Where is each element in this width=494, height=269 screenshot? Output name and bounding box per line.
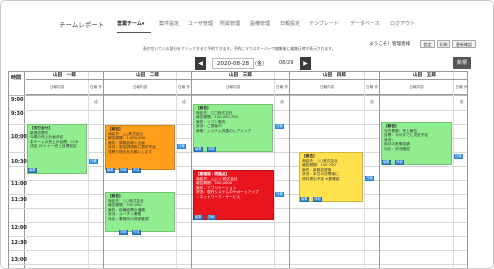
nav-case-settings[interactable]: 案件設定 bbox=[159, 20, 179, 27]
active-nav-underline bbox=[117, 32, 151, 33]
prev-date-button[interactable]: ◀ bbox=[195, 57, 206, 70]
top-navigation: チームレポート 営業チーム▾ 案件設定 ユーザ管理 所属管理 設備管理 日報設定… bbox=[1, 11, 493, 33]
time-label: 9:30 bbox=[11, 111, 24, 117]
report-create-header: 日報 作成 bbox=[177, 80, 191, 104]
welcome-text: ようこそ！管理者様 bbox=[369, 42, 411, 47]
detail-badge[interactable]: 詳細 bbox=[119, 230, 128, 235]
nav-equipment[interactable]: 設備管理 bbox=[250, 20, 270, 27]
to-date: 08/29 bbox=[279, 60, 294, 66]
report-event-card[interactable]: 【報告】 商談先：△△株式会社 報告期間：1,000,000 案件：新製品導入企… bbox=[105, 125, 175, 170]
nav-template[interactable]: テンプレート bbox=[309, 20, 339, 27]
report-event-card[interactable]: 【報告】 商談先：○○株式会社 報告期間：330,000 案件：設備経費の増額 … bbox=[105, 192, 175, 232]
report-event-card[interactable]: 【報告】 商談先：□□株式会社 報告期間：120,000,700 案件：ソフト販… bbox=[193, 104, 273, 152]
edit-badge[interactable]: 編集 bbox=[194, 147, 203, 152]
new-entry-button[interactable]: 新規 bbox=[453, 57, 471, 69]
settings-button[interactable]: 設定 bbox=[420, 40, 435, 48]
edit-badge[interactable]: 編集 bbox=[28, 168, 37, 173]
report-content-header: 日報内容 bbox=[26, 80, 88, 95]
staff-header: 山田 一郎 bbox=[26, 72, 103, 80]
edit-badge[interactable]: 編集 bbox=[382, 160, 391, 165]
edit-badge[interactable]: 編集 bbox=[300, 197, 309, 202]
nav-logout[interactable]: ログアウト bbox=[390, 20, 415, 27]
staff-header: 山田 四郎 bbox=[290, 72, 379, 80]
staff-header: 山田 五郎 bbox=[380, 72, 467, 80]
app-title: チームレポート bbox=[59, 21, 105, 29]
next-date-button[interactable]: ▶ bbox=[300, 57, 311, 70]
report-event-card[interactable]: 【要確認・問題点】 商談先：△△○○株式会社 報告期間：500,0000 案件：… bbox=[193, 170, 274, 220]
nav-report-settings[interactable]: 日報設定 bbox=[280, 20, 300, 27]
time-label: 10:30 bbox=[11, 159, 27, 165]
print-button[interactable]: 印刷 bbox=[437, 40, 450, 48]
report-create-header: 日報 作成 bbox=[365, 80, 379, 104]
date-input[interactable]: 2020-08-28 bbox=[212, 58, 254, 69]
instruction-text: 表の空いている部分をクリックすると予約できます。予約にマウスオーバーで編集後に編… bbox=[143, 46, 336, 51]
report-event-card[interactable]: 【報告】 商談先：○○株式会社 報告期間：100,700 案件：新製品提案 状況… bbox=[299, 152, 363, 202]
report-content-header: 日報内容 bbox=[104, 80, 176, 95]
report-link-tag[interactable]: 日報 bbox=[89, 159, 98, 164]
report-content-header: 日報内容 bbox=[380, 80, 453, 95]
report-create-header: 日報 作成 bbox=[89, 80, 103, 104]
nav-user-management[interactable]: ユーザ管理 bbox=[188, 20, 213, 27]
create-badge[interactable]: 作成 bbox=[132, 168, 141, 173]
report-create-header: 日報 作成 bbox=[454, 80, 467, 104]
report-link-tag[interactable]: 日報 bbox=[365, 176, 374, 181]
edit-badge[interactable]: 編集 bbox=[194, 215, 203, 220]
time-label: 11:00 bbox=[11, 181, 27, 187]
time-label: 13:00 bbox=[11, 257, 27, 263]
report-link-tag[interactable]: 日報 bbox=[275, 192, 284, 197]
report-event-card[interactable]: 【未打合せ】 新規訪問先 今期の売上計画決定 本チームの売上が目標。CCR 決定… bbox=[27, 124, 87, 174]
time-label: 10:00 bbox=[11, 134, 27, 140]
nav-team[interactable]: 営業チーム▾ bbox=[117, 20, 144, 27]
date-navigator: ◀ 2020-08-28 (金) 08/29 ▶ bbox=[195, 57, 311, 70]
refresh-button[interactable]: 更新確認 bbox=[452, 40, 476, 48]
edit-badge[interactable]: 編集 bbox=[106, 168, 115, 173]
report-content-header: 日報内容 bbox=[192, 80, 274, 95]
staff-header: 山田 二郎 bbox=[104, 72, 191, 80]
detail-badge[interactable]: 詳細 bbox=[207, 215, 216, 220]
staff-header: 山田 三郎 bbox=[192, 72, 289, 80]
time-label: 12:30 bbox=[11, 240, 27, 246]
detail-badge[interactable]: 詳細 bbox=[395, 160, 404, 165]
report-link-tag[interactable]: 日報 bbox=[177, 144, 186, 149]
nav-department[interactable]: 所属管理 bbox=[220, 20, 240, 27]
time-label: 9:00 bbox=[11, 97, 24, 103]
report-link-tag[interactable]: 日報 bbox=[454, 154, 463, 159]
time-label: 11:30 bbox=[11, 197, 27, 203]
report-create-header: 日報 作成 bbox=[275, 80, 289, 104]
detail-badge[interactable]: 詳細 bbox=[119, 168, 128, 173]
detail-badge[interactable]: 詳細 bbox=[313, 197, 322, 202]
time-label: 12:00 bbox=[11, 225, 27, 231]
day-of-week: (金) bbox=[255, 61, 264, 67]
report-event-card[interactable]: 【報告】 対外業務：売上報告 目標：今月までに決定予定 状況： 前月の営業成績 … bbox=[381, 122, 452, 165]
create-badge[interactable]: 作成 bbox=[132, 230, 141, 235]
schedule-grid: 時間 9:00 9:30 10:00 10:30 11:00 11:30 12:… bbox=[8, 71, 468, 268]
report-link-tag[interactable]: 日報 bbox=[275, 124, 284, 129]
app-window: チームレポート 営業チーム▾ 案件設定 ユーザ管理 所属管理 設備管理 日報設定… bbox=[0, 0, 494, 269]
report-content-header: 日報内容 bbox=[290, 80, 364, 95]
time-column-header: 時間 bbox=[11, 75, 22, 81]
nav-database[interactable]: データベース bbox=[350, 20, 380, 27]
detail-badge[interactable]: 詳細 bbox=[207, 147, 216, 152]
